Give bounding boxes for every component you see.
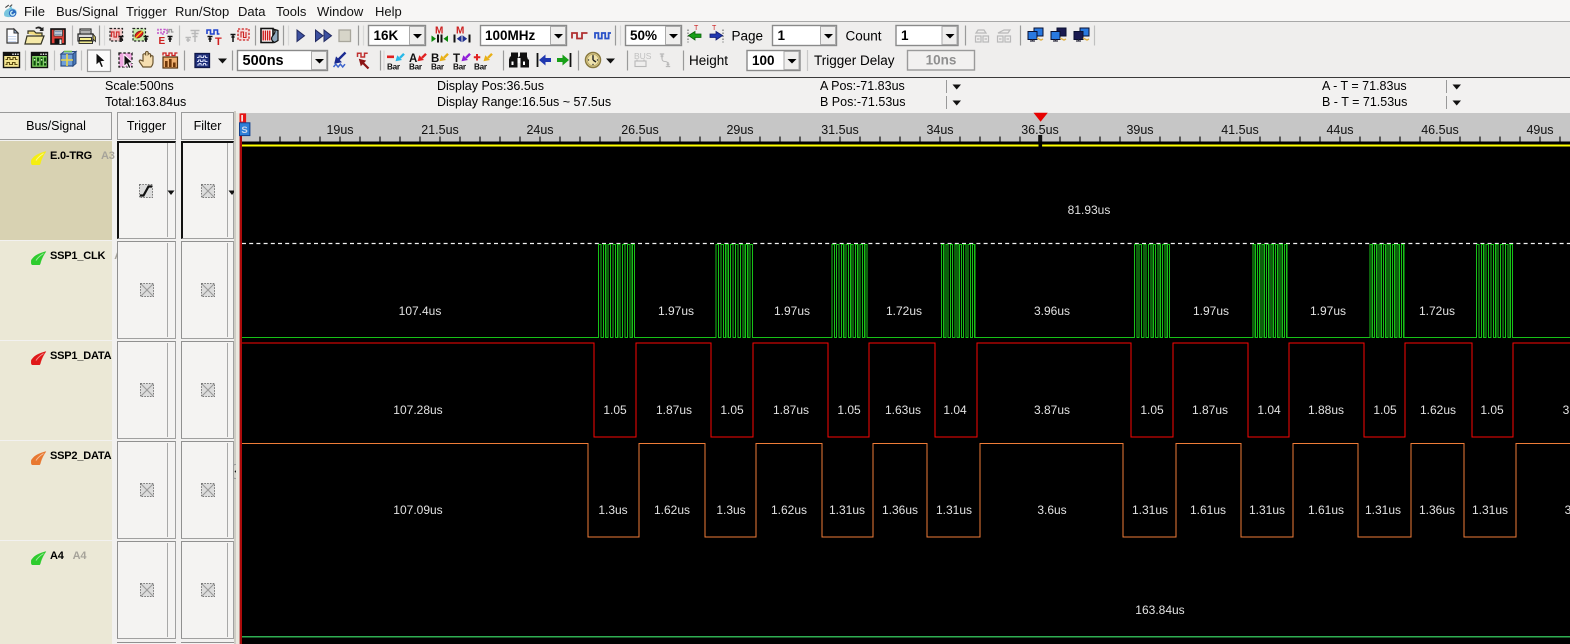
svg-text:21.5us: 21.5us: [421, 123, 459, 137]
svg-text:10ns: 10ns: [926, 53, 957, 68]
svg-text:34us: 34us: [926, 123, 953, 137]
svg-text:163.84us: 163.84us: [1135, 603, 1184, 617]
svg-text:Bar: Bar: [409, 63, 423, 72]
svg-text:1.88us: 1.88us: [1308, 403, 1344, 417]
svg-text:T: T: [712, 25, 717, 32]
svg-text:1.05: 1.05: [1373, 403, 1397, 417]
svg-text:1.87us: 1.87us: [656, 403, 692, 417]
svg-text:1.62us: 1.62us: [654, 503, 690, 517]
svg-text:3.6us: 3.6us: [1037, 503, 1066, 517]
svg-text:1.3us: 1.3us: [598, 503, 627, 517]
svg-text:3: 3: [1565, 503, 1570, 517]
svg-text:44us: 44us: [1326, 123, 1353, 137]
svg-text:Height: Height: [689, 53, 728, 68]
svg-text:26.5us: 26.5us: [621, 123, 659, 137]
svg-text:M: M: [456, 26, 464, 37]
svg-text:1.36us: 1.36us: [882, 503, 918, 517]
svg-text:100MHz: 100MHz: [485, 28, 536, 43]
svg-text:1.87us: 1.87us: [1192, 403, 1228, 417]
svg-text:1.04: 1.04: [943, 403, 967, 417]
svg-text:3: 3: [1563, 403, 1570, 417]
svg-text:1.05: 1.05: [837, 403, 861, 417]
svg-text:T: T: [215, 36, 222, 48]
svg-text:1.31us: 1.31us: [1132, 503, 1168, 517]
svg-text:1.61us: 1.61us: [1190, 503, 1226, 517]
svg-text:Bar: Bar: [453, 63, 467, 72]
svg-text:46.5us: 46.5us: [1421, 123, 1459, 137]
svg-text:1: 1: [901, 28, 909, 43]
svg-text:29us: 29us: [726, 123, 753, 137]
svg-text:1.62us: 1.62us: [1420, 403, 1456, 417]
svg-text:500ns: 500ns: [243, 53, 284, 69]
svg-text:31.5us: 31.5us: [821, 123, 859, 137]
svg-text:1.63us: 1.63us: [885, 403, 921, 417]
svg-text:1.97us: 1.97us: [1193, 304, 1229, 318]
svg-text:41.5us: 41.5us: [1221, 123, 1259, 137]
svg-text:Page: Page: [732, 29, 764, 44]
svg-text:1.61us: 1.61us: [1308, 503, 1344, 517]
svg-text:1.05: 1.05: [1140, 403, 1164, 417]
svg-text:19us: 19us: [326, 123, 353, 137]
svg-text:1.87us: 1.87us: [773, 403, 809, 417]
svg-text:1.72us: 1.72us: [1419, 304, 1455, 318]
svg-text:1.97us: 1.97us: [658, 304, 694, 318]
svg-text:24us: 24us: [526, 123, 553, 137]
svg-text:Bar: Bar: [387, 63, 401, 72]
svg-text:1.31us: 1.31us: [936, 503, 972, 517]
svg-text:1.97us: 1.97us: [1310, 304, 1346, 318]
svg-text:1: 1: [778, 28, 786, 43]
svg-text:Count: Count: [846, 29, 882, 44]
svg-text:3.87us: 3.87us: [1034, 403, 1070, 417]
svg-text:107.4us: 107.4us: [399, 304, 442, 318]
svg-text:1.31us: 1.31us: [1365, 503, 1401, 517]
svg-text:81.93us: 81.93us: [1068, 203, 1111, 217]
svg-text:1.05: 1.05: [720, 403, 744, 417]
svg-text:107.09us: 107.09us: [393, 503, 442, 517]
svg-text:50%: 50%: [630, 28, 657, 43]
svg-text:36.5us: 36.5us: [1021, 123, 1059, 137]
svg-text:1.31us: 1.31us: [829, 503, 865, 517]
svg-text:39us: 39us: [1126, 123, 1153, 137]
svg-text:49us: 49us: [1526, 123, 1553, 137]
svg-text:1.05: 1.05: [603, 403, 627, 417]
svg-text:1.97us: 1.97us: [774, 304, 810, 318]
svg-text:1.72us: 1.72us: [886, 304, 922, 318]
svg-text:1.31us: 1.31us: [1472, 503, 1508, 517]
svg-text:1.31us: 1.31us: [1249, 503, 1285, 517]
svg-text:T: T: [694, 25, 699, 32]
svg-text:1.05: 1.05: [1480, 403, 1504, 417]
svg-text:Bar: Bar: [474, 63, 488, 72]
svg-text:1.62us: 1.62us: [771, 503, 807, 517]
svg-text:Trigger Delay: Trigger Delay: [814, 53, 895, 68]
svg-text:16K: 16K: [374, 28, 399, 43]
svg-text:3.96us: 3.96us: [1034, 304, 1070, 318]
svg-text:E: E: [159, 36, 166, 47]
svg-text:107.28us: 107.28us: [393, 403, 442, 417]
svg-text:100: 100: [752, 53, 775, 68]
svg-text:1.04: 1.04: [1257, 403, 1281, 417]
svg-text:S: S: [241, 125, 247, 136]
svg-text:1.36us: 1.36us: [1419, 503, 1455, 517]
svg-text:1.3us: 1.3us: [716, 503, 745, 517]
svg-text:Bar: Bar: [431, 63, 445, 72]
